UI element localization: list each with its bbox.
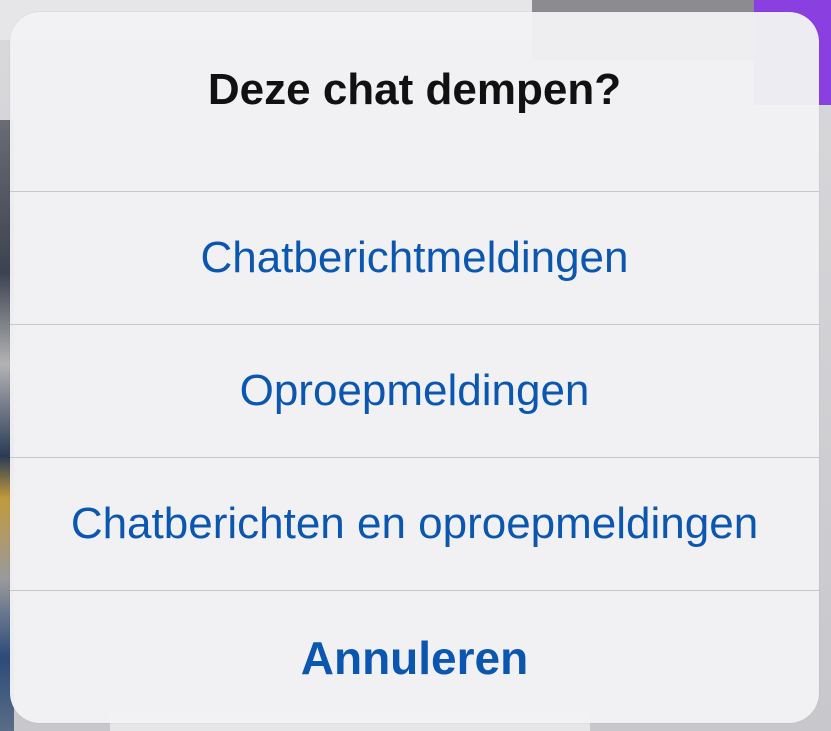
mute-chat-messages-button[interactable]: Chatberichtmeldingen <box>10 192 819 325</box>
mute-chat-action-sheet: Deze chat dempen? Chatberichtmeldingen O… <box>10 12 819 723</box>
action-sheet-title: Deze chat dempen? <box>207 64 622 114</box>
action-sheet-header: Deze chat dempen? <box>10 12 819 192</box>
mute-messages-and-calls-button[interactable]: Chatberichten en oproepmeldingen <box>10 458 819 591</box>
cancel-button[interactable]: Annuleren <box>10 591 819 723</box>
mute-calls-button[interactable]: Oproepmeldingen <box>10 325 819 458</box>
